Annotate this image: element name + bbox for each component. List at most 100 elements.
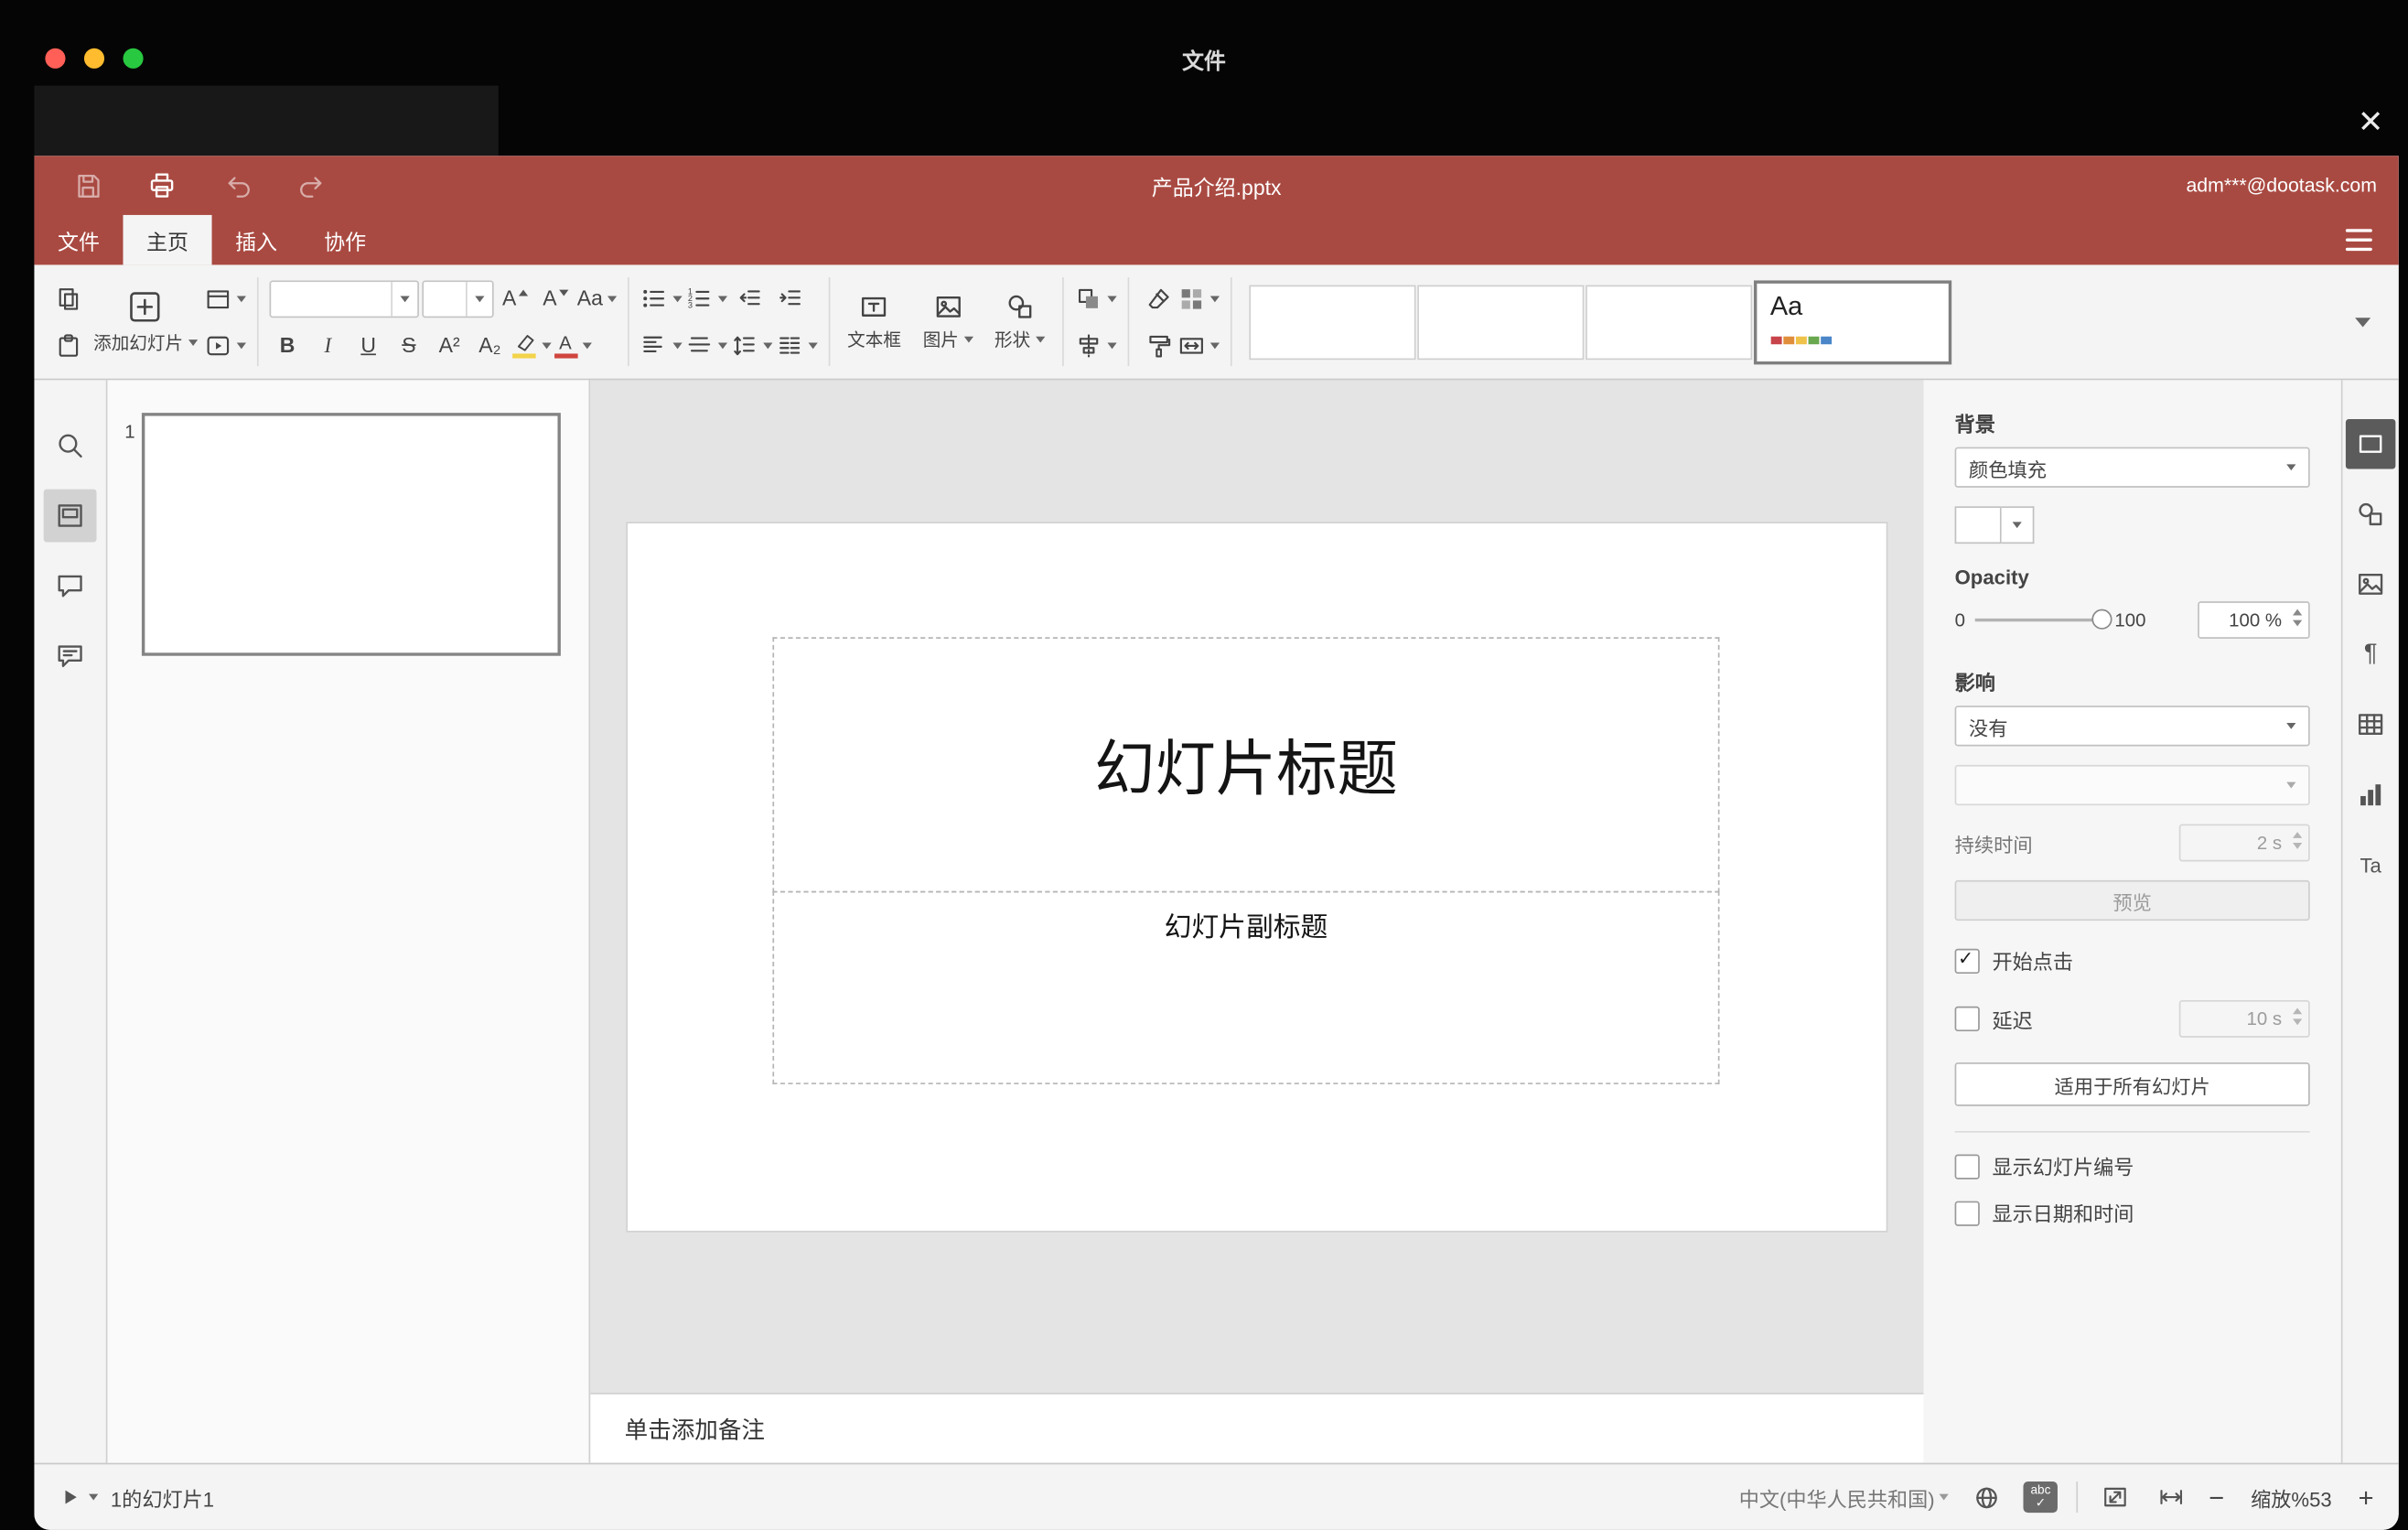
eraser-icon: [1147, 287, 1168, 308]
slide-thumbnails-panel: 1: [107, 380, 591, 1463]
align-left-icon: [643, 335, 662, 352]
theme-option-3[interactable]: [1585, 284, 1752, 360]
chat-icon[interactable]: [44, 630, 97, 683]
color-scheme-button[interactable]: [1177, 280, 1220, 318]
effect-variant-select[interactable]: [1954, 764, 2310, 806]
superscript-button[interactable]: A²: [431, 327, 468, 364]
slide-number: 1: [124, 420, 135, 443]
document-language-button[interactable]: [1967, 1479, 2005, 1516]
paragraph-settings-icon[interactable]: ¶: [2346, 630, 2395, 679]
vertical-align-button[interactable]: [685, 327, 728, 364]
insert-shape-button[interactable]: 形状: [988, 291, 1050, 351]
theme-gallery-expand-button[interactable]: [2343, 286, 2383, 357]
copy-icon[interactable]: [49, 280, 87, 318]
slide-settings-icon[interactable]: [2345, 418, 2396, 469]
image-settings-icon[interactable]: [2346, 559, 2395, 609]
title-placeholder[interactable]: 幻灯片标题: [772, 637, 1720, 893]
theme-option-2[interactable]: [1416, 284, 1584, 360]
decrease-font-button[interactable]: A: [536, 280, 574, 318]
zoom-out-button[interactable]: −: [2209, 1484, 2224, 1511]
show-slide-number-checkbox[interactable]: [1954, 1153, 1980, 1179]
fit-slide-icon: [2104, 1487, 2126, 1507]
subscript-button[interactable]: A₂: [471, 327, 509, 364]
slide-layout-icon: [206, 289, 229, 308]
textart-settings-icon[interactable]: Ta: [2346, 840, 2395, 889]
notes-area[interactable]: 单击添加备注: [590, 1392, 1924, 1463]
numbered-list-button[interactable]: 123: [685, 280, 728, 318]
clipboard-group: [49, 280, 87, 364]
tab-collaboration[interactable]: 协作: [301, 215, 390, 264]
delay-spinner[interactable]: 10 s: [2178, 999, 2310, 1038]
add-slide-button[interactable]: 添加幻灯片: [87, 288, 203, 355]
slide-size-button[interactable]: [1177, 327, 1220, 364]
fill-color-picker[interactable]: [1954, 506, 2035, 544]
close-icon[interactable]: ✕: [2346, 97, 2395, 146]
insert-textbox-button[interactable]: 文本框: [841, 291, 907, 351]
line-spacing-button[interactable]: [730, 327, 773, 364]
subtitle-placeholder[interactable]: 幻灯片副标题: [772, 890, 1720, 1084]
opacity-slider[interactable]: [1974, 609, 2112, 630]
fill-type-select[interactable]: 颜色填充: [1954, 447, 2310, 488]
underline-button[interactable]: U: [349, 327, 387, 364]
bold-button[interactable]: B: [269, 327, 306, 364]
canvas-area[interactable]: 幻灯片标题 幻灯片副标题: [590, 380, 1923, 1393]
tab-insert[interactable]: 插入: [212, 215, 301, 264]
increase-font-button[interactable]: A: [496, 280, 533, 318]
highlight-color-button[interactable]: [511, 327, 551, 364]
horizontal-align-button[interactable]: [640, 327, 683, 364]
font-name-combo[interactable]: [268, 279, 419, 318]
strikethrough-button[interactable]: S: [390, 327, 427, 364]
increase-indent-button[interactable]: [771, 280, 809, 318]
decrease-indent-button[interactable]: [730, 280, 768, 318]
italic-button[interactable]: I: [309, 327, 347, 364]
slide-layout-button[interactable]: [203, 280, 246, 318]
clear-style-button[interactable]: [1139, 280, 1177, 318]
undo-button[interactable]: [215, 165, 259, 205]
preview-button[interactable]: 预览: [1954, 879, 2310, 921]
shape-settings-icon[interactable]: [2346, 490, 2395, 539]
opacity-control: 0 100 100 %: [1955, 601, 2310, 640]
align-shape-button[interactable]: [1074, 327, 1116, 364]
opacity-slider-knob[interactable]: [2091, 609, 2112, 630]
zoom-in-button[interactable]: +: [2359, 1484, 2374, 1511]
slides-panel-icon[interactable]: [43, 489, 97, 543]
fit-width-button[interactable]: [2153, 1479, 2190, 1516]
table-settings-icon[interactable]: [2346, 699, 2395, 749]
copy-style-button[interactable]: [1139, 327, 1177, 364]
slide[interactable]: 幻灯片标题 幻灯片副标题: [628, 523, 1887, 1231]
chart-settings-icon[interactable]: [2346, 770, 2395, 819]
start-on-click-checkbox[interactable]: [1954, 946, 1980, 974]
numbered-list-icon: 123: [688, 286, 710, 309]
tab-home[interactable]: 主页: [123, 214, 212, 265]
duration-spinner[interactable]: 2 s: [2178, 824, 2310, 862]
comments-icon[interactable]: [44, 559, 97, 612]
theme-option-selected[interactable]: Aa: [1753, 279, 1951, 364]
columns-button[interactable]: [776, 327, 818, 364]
slide-thumbnail[interactable]: [141, 413, 561, 656]
spellcheck-icon[interactable]: abc ✓: [2023, 1482, 2059, 1514]
fit-slide-button[interactable]: [2097, 1479, 2134, 1516]
theme-option-1[interactable]: [1248, 284, 1415, 360]
app-window: 文件 ✕ 产品介绍.pptx adm***@dootask.com 文件 主页 …: [0, 0, 2408, 1530]
font-color-button[interactable]: A: [554, 327, 592, 364]
font-size-combo[interactable]: [421, 279, 493, 318]
start-slideshow-button[interactable]: [203, 327, 246, 364]
opacity-spinner[interactable]: 100 %: [2198, 601, 2310, 640]
change-case-button[interactable]: Aa: [577, 280, 618, 318]
search-icon[interactable]: [44, 419, 97, 472]
arrange-shape-button[interactable]: [1074, 280, 1116, 318]
bullet-list-button[interactable]: [640, 280, 683, 318]
apply-to-all-button[interactable]: 适用于所有幻灯片: [1954, 1062, 2310, 1106]
save-button[interactable]: [66, 165, 110, 205]
tab-file[interactable]: 文件: [34, 215, 123, 264]
menu-icon[interactable]: [2345, 224, 2377, 255]
print-button[interactable]: [140, 165, 184, 205]
effect-select[interactable]: 没有: [1954, 706, 2310, 747]
redo-button[interactable]: [290, 165, 334, 205]
language-selector[interactable]: 中文(中华人民共和国): [1739, 1482, 1949, 1512]
start-slideshow-statusbar-button[interactable]: [59, 1479, 99, 1516]
paste-icon[interactable]: [49, 327, 87, 364]
delay-checkbox[interactable]: [1954, 1006, 1980, 1032]
insert-image-button[interactable]: 图片: [917, 291, 979, 351]
show-date-time-checkbox[interactable]: [1954, 1200, 1980, 1225]
